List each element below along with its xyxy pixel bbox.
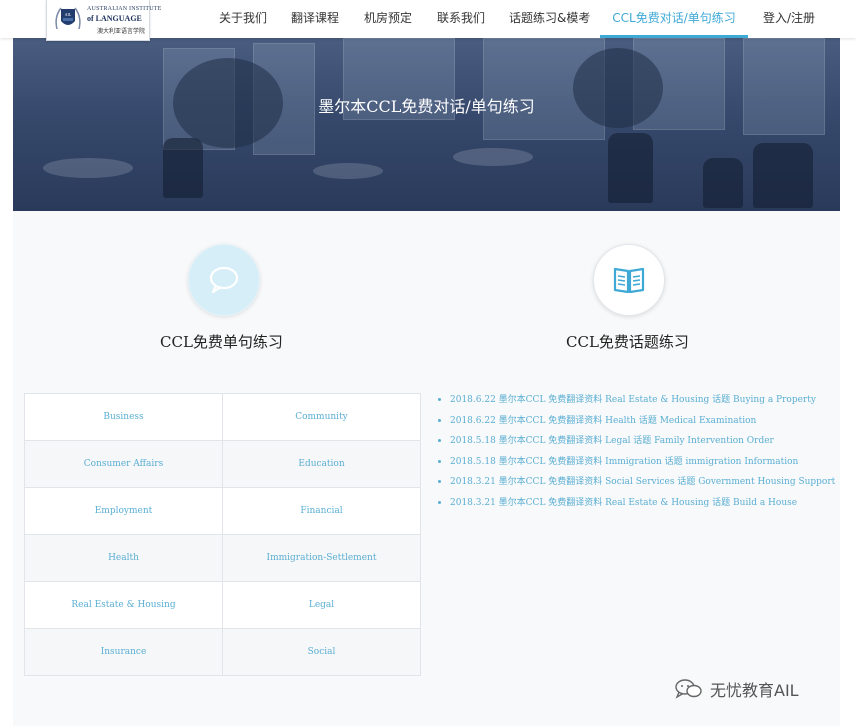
topic-list: 2018.6.22 墨尔本CCL 免费翻译资料 Real Estate & Ho… (438, 393, 835, 517)
topic-link[interactable]: 2018.5.18 墨尔本CCL 免费翻译资料 Immigration 话题 i… (450, 457, 798, 467)
page-title: 墨尔本CCL免费对话/单句练习 (318, 97, 535, 116)
single-sentence-icon-circle[interactable] (188, 244, 260, 316)
category-employment[interactable]: Employment (24, 487, 223, 535)
table-row: Real Estate & Housing Legal (24, 581, 421, 629)
logo[interactable]: AIL AUSTRALIAN INSTITUTE of LANGUAGE 澳大利… (46, 0, 161, 41)
banner-window (743, 38, 825, 135)
banner-person (703, 158, 743, 208)
category-real-estate-housing[interactable]: Real Estate & Housing (24, 581, 223, 629)
speech-bubble-icon (209, 266, 239, 294)
logo-line-2: of LANGUAGE (87, 14, 142, 23)
hero-banner: 墨尔本CCL免费对话/单句练习 (13, 38, 840, 211)
top-header: AIL AUSTRALIAN INSTITUTE of LANGUAGE 澳大利… (0, 0, 856, 41)
topic-link[interactable]: 2018.6.22 墨尔本CCL 免费翻译资料 Health 话题 Medica… (450, 416, 756, 426)
category-financial[interactable]: Financial (222, 487, 421, 535)
banner-person (608, 133, 653, 203)
banner-table (453, 148, 533, 166)
table-row: Business Community (24, 393, 421, 441)
category-grid: Business Community Consumer Affairs Educ… (24, 393, 421, 676)
institute-seal-icon: AIL (55, 7, 81, 30)
list-item[interactable]: 2018.6.22 墨尔本CCL 免费翻译资料 Health 话题 Medica… (438, 414, 835, 435)
nav-free-ccl-practice[interactable]: CCL免费对话/单句练习 (600, 0, 748, 38)
nav-topic-practice[interactable]: 话题练习&模考 (509, 0, 590, 38)
topic-link[interactable]: 2018.3.21 墨尔本CCL 免费翻译资料 Social Services … (450, 477, 835, 487)
category-business[interactable]: Business (24, 393, 223, 441)
banner-person (163, 138, 203, 198)
bullet-icon (438, 439, 441, 443)
list-item[interactable]: 2018.5.18 墨尔本CCL 免费翻译资料 Immigration 话题 i… (438, 455, 835, 476)
list-item[interactable]: 2018.5.18 墨尔本CCL 免费翻译资料 Legal 话题 Family … (438, 434, 835, 455)
svg-text:AIL: AIL (65, 12, 72, 17)
bullet-icon (438, 459, 441, 463)
table-row: Consumer Affairs Education (24, 440, 421, 488)
nav-about[interactable]: 关于我们 (219, 0, 267, 38)
banner-table (313, 163, 383, 179)
logo-line-1: AUSTRALIAN INSTITUTE (87, 6, 162, 12)
topic-link[interactable]: 2018.5.18 墨尔本CCL 免费翻译资料 Legal 话题 Family … (450, 436, 774, 446)
category-social[interactable]: Social (222, 628, 421, 676)
list-item[interactable]: 2018.3.21 墨尔本CCL 免费翻译资料 Real Estate & Ho… (438, 496, 835, 517)
topic-practice-icon-circle[interactable] (593, 244, 665, 316)
watermark: 无忧教育AIL (674, 677, 799, 701)
logo-line-3: 澳大利亚语言学院 (97, 28, 146, 35)
nav-contact[interactable]: 联系我们 (437, 0, 485, 38)
banner-person (753, 143, 813, 208)
topic-link[interactable]: 2018.6.22 墨尔本CCL 免费翻译资料 Real Estate & Ho… (450, 395, 816, 405)
bullet-icon (438, 398, 441, 401)
table-row: Insurance Social (24, 628, 421, 676)
category-insurance[interactable]: Insurance (24, 628, 223, 676)
category-education[interactable]: Education (222, 440, 421, 488)
watermark-text: 无忧教育AIL (710, 681, 799, 700)
category-consumer-affairs[interactable]: Consumer Affairs (24, 440, 223, 488)
nav-login-register[interactable]: 登入/注册 (761, 0, 817, 38)
open-book-icon (613, 267, 645, 294)
wechat-icon (675, 679, 702, 699)
category-immigration-settlement[interactable]: Immigration-Settlement (222, 534, 421, 582)
main-content: CCL免费单句练习 CCL免费话题练习 Business Community C… (13, 211, 840, 726)
topic-practice-heading: CCL免费话题练习 (566, 333, 689, 351)
bullet-icon (438, 418, 441, 422)
table-row: Health Immigration-Settlement (24, 534, 421, 582)
topic-link[interactable]: 2018.3.21 墨尔本CCL 免费翻译资料 Real Estate & Ho… (450, 498, 797, 508)
nav-room-booking[interactable]: 机房预定 (364, 0, 412, 38)
table-row: Employment Financial (24, 487, 421, 535)
list-item[interactable]: 2018.6.22 墨尔本CCL 免费翻译资料 Real Estate & Ho… (438, 393, 835, 414)
banner-table (43, 158, 133, 178)
bullet-icon (438, 480, 441, 484)
list-item[interactable]: 2018.3.21 墨尔本CCL 免费翻译资料 Social Services … (438, 475, 835, 496)
category-community[interactable]: Community (222, 393, 421, 441)
single-sentence-heading: CCL免费单句练习 (160, 333, 283, 351)
category-legal[interactable]: Legal (222, 581, 421, 629)
nav-courses[interactable]: 翻译课程 (291, 0, 339, 38)
bullet-icon (438, 500, 441, 504)
category-health[interactable]: Health (24, 534, 223, 582)
